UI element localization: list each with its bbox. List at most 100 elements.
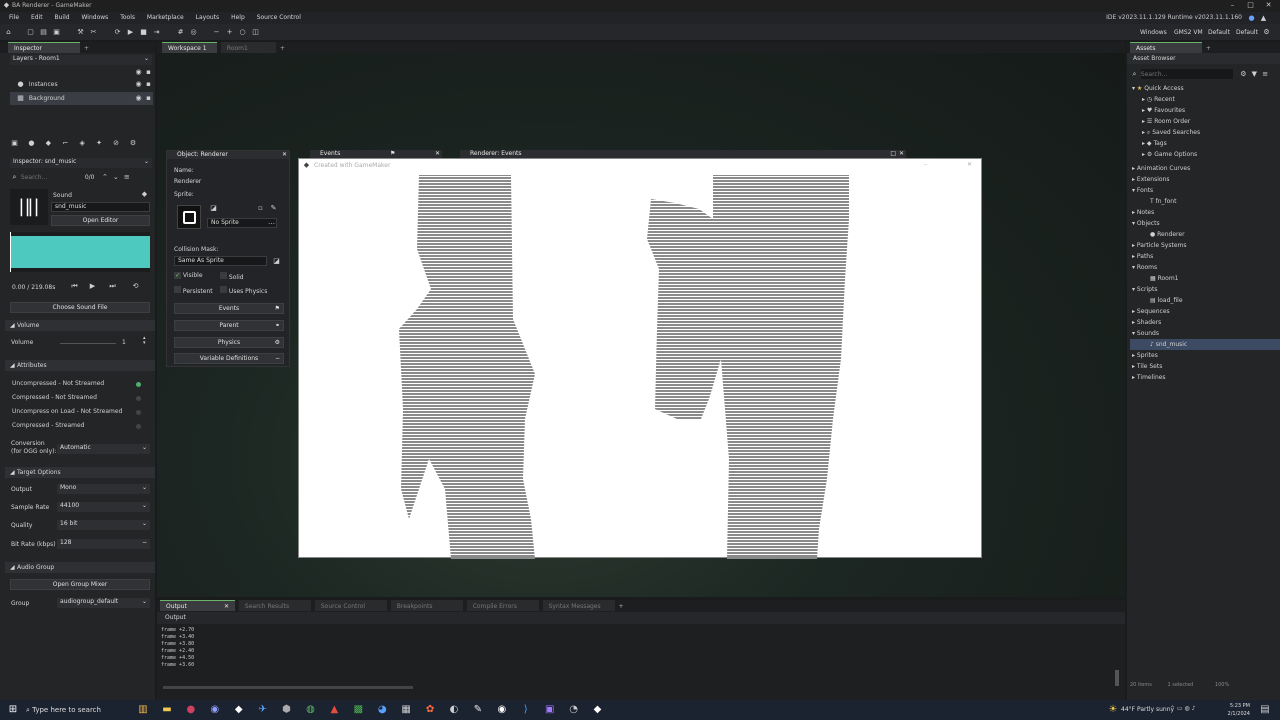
chevron-up-icon[interactable]: ⌃ — [100, 173, 109, 182]
menu-layouts[interactable]: Layouts — [196, 14, 220, 21]
variable-definitions-button[interactable]: Variable Definitions − — [174, 353, 284, 364]
tree-item-snd-music[interactable]: ♪ snd_music — [1130, 339, 1280, 350]
layers-dropdown[interactable]: Layers - Room1 ⌄ — [10, 55, 152, 65]
add-tab-icon[interactable]: + — [280, 45, 285, 52]
tab-syntax-messages[interactable]: Syntax Messages — [542, 600, 615, 611]
collision-mask-dropdown[interactable]: Same As Sprite — [174, 256, 267, 266]
collision-edit-icon[interactable]: ◪ — [272, 257, 281, 266]
sprite-open-icon[interactable]: ✎ — [269, 204, 278, 213]
zoom-in-icon[interactable]: + — [225, 28, 234, 37]
open-editor-button[interactable]: Open Editor — [51, 215, 150, 226]
app-icon[interactable]: ✎ — [471, 703, 485, 717]
eye-icon[interactable]: ◉ — [134, 94, 143, 103]
zoom-out-icon[interactable]: − — [212, 28, 221, 37]
debug-icon[interactable]: ⟳ — [113, 28, 122, 37]
tab-workspace-1[interactable]: Workspace 1 — [162, 42, 217, 53]
clean-icon[interactable]: ✂ — [89, 28, 98, 37]
zoom-fit-icon[interactable]: ◫ — [251, 28, 260, 37]
attribute-option[interactable]: Compressed - Not Streamed — [0, 391, 155, 405]
play-icon[interactable]: ▶ — [88, 282, 97, 291]
close-icon[interactable]: ✕ — [435, 150, 440, 158]
maximize-icon[interactable]: □ — [1246, 1, 1255, 10]
menu-help[interactable]: Help — [231, 14, 245, 21]
close-icon[interactable]: ✕ — [899, 150, 904, 158]
close-icon[interactable]: ✕ — [224, 601, 229, 612]
volume-slider[interactable] — [60, 343, 116, 344]
account-icon[interactable]: ● — [1247, 14, 1256, 23]
attribute-option[interactable]: Uncompress on Load - Not Streamed — [0, 405, 155, 419]
asset-layer-icon[interactable]: ⌐ — [61, 139, 70, 148]
tree-item-tile-sets[interactable]: ▸ Tile Sets — [1130, 361, 1280, 372]
tree-item-objects[interactable]: ▾ Objects — [1130, 218, 1280, 229]
tab-compile-errors[interactable]: Compile Errors — [466, 600, 539, 611]
tab-breakpoints[interactable]: Breakpoints — [390, 600, 463, 611]
zoom-reset-icon[interactable]: ○ — [238, 28, 247, 37]
sprite-new-icon[interactable]: ▫ — [256, 204, 265, 213]
tree-item-fn-font[interactable]: T fn_font — [1130, 196, 1280, 207]
menu-source-control[interactable]: Source Control — [257, 14, 301, 21]
horizontal-scrollbar[interactable] — [163, 686, 413, 689]
quality-dropdown[interactable]: 16 bit ⌄ — [57, 520, 150, 530]
skip-back-icon[interactable]: ⏮ — [70, 282, 79, 291]
tile-layer-icon[interactable]: ● — [27, 139, 36, 148]
tree-item-shaders[interactable]: ▸ Shaders — [1130, 317, 1280, 328]
tray-icons[interactable]: ⌃ ▭ ◍ ♪ — [1170, 705, 1195, 712]
group-dropdown[interactable]: audiogroup_default ⌄ — [57, 598, 150, 608]
tree-item-rooms[interactable]: ▾ Rooms — [1130, 262, 1280, 273]
build-icon[interactable]: ⚒ — [76, 28, 85, 37]
minimize-icon[interactable]: – — [1228, 1, 1237, 10]
maximize-icon[interactable]: □ — [890, 150, 896, 158]
target-platform[interactable]: Windows — [1140, 29, 1167, 36]
save-icon[interactable]: ▣ — [52, 28, 61, 37]
clock[interactable]: 5:23 PM 2/1/2024 — [1222, 702, 1250, 718]
tree-item-animation-curves[interactable]: ▸ Animation Curves — [1130, 163, 1280, 174]
tab-assets[interactable]: Assets — [1130, 42, 1202, 53]
checkbox-checked-icon[interactable]: ✓ — [174, 272, 181, 279]
app-icon[interactable]: ◕ — [375, 703, 389, 717]
layer-item-instances[interactable]: ● Instances ◉ ▪ — [10, 78, 153, 91]
quick-item-room-order[interactable]: ▸ ☰ Room Order — [1130, 116, 1280, 127]
solid-checkbox-row[interactable]: Solid — [220, 272, 244, 281]
tree-item-particle-systems[interactable]: ▸ Particle Systems — [1130, 240, 1280, 251]
home-icon[interactable]: ⌂ — [4, 28, 13, 37]
path-layer-icon[interactable]: ◆ — [44, 139, 53, 148]
quick-item-tags[interactable]: ▸ ◆ Tags — [1130, 138, 1280, 149]
wand-icon[interactable]: ✦ — [95, 139, 104, 148]
target-config-2[interactable]: Default — [1236, 29, 1258, 36]
physics-button[interactable]: Physics ⚙ — [174, 337, 284, 348]
tree-item-load-file[interactable]: ▤ load_file — [1130, 295, 1280, 306]
parent-button[interactable]: Parent ⚭ — [174, 320, 284, 331]
add-tab-icon[interactable]: + — [619, 603, 624, 610]
weather-text[interactable]: 44°F Partly sunny — [1121, 706, 1174, 713]
skip-forward-icon[interactable]: ⏭ — [108, 282, 117, 291]
filter-icon[interactable]: ▼ — [1250, 70, 1259, 79]
menu-file[interactable]: File — [9, 14, 19, 21]
create-exe-icon[interactable]: ⇥ — [152, 28, 161, 37]
search-input[interactable] — [20, 174, 83, 181]
app-icon[interactable]: ◐ — [447, 703, 461, 717]
app-icon[interactable]: ● — [184, 703, 198, 717]
checkbox-icon[interactable] — [220, 272, 227, 279]
quick-access-item[interactable]: ▾ ★ Quick Access — [1130, 83, 1280, 94]
quick-item-favourites[interactable]: ▸ ♥ Favourites — [1130, 105, 1280, 116]
target-config[interactable]: Default — [1208, 29, 1230, 36]
eye-icon[interactable]: ◉ — [134, 68, 143, 77]
uses-physics-checkbox-row[interactable]: Uses Physics — [220, 286, 267, 295]
target-vm[interactable]: GMS2 VM — [1174, 29, 1203, 36]
menu-tools[interactable]: Tools — [120, 14, 135, 21]
radio-selected-icon[interactable] — [136, 382, 141, 387]
target-icon[interactable]: ◎ — [189, 28, 198, 37]
visible-checkbox-row[interactable]: ✓ Visible — [174, 272, 203, 279]
gamemaker-icon[interactable]: ◆ — [232, 703, 246, 717]
vertical-scrollbar[interactable] — [1115, 670, 1119, 686]
chrome-icon[interactable]: ◍ — [303, 703, 317, 717]
sprite-edit-icon[interactable]: ◪ — [209, 204, 218, 213]
notifications-icon[interactable]: ▤ — [1258, 703, 1272, 717]
tree-item-notes[interactable]: ▸ Notes — [1130, 207, 1280, 218]
grid-icon[interactable]: # — [176, 28, 185, 37]
close-icon[interactable]: ✕ — [1264, 1, 1273, 10]
windows-start-icon[interactable]: ⊞ — [6, 703, 20, 717]
loop-icon[interactable]: ⟲ — [131, 282, 140, 291]
layer-item-background[interactable]: ▦ Background ◉ ▪ — [10, 92, 153, 105]
menu-edit[interactable]: Edit — [31, 14, 43, 21]
